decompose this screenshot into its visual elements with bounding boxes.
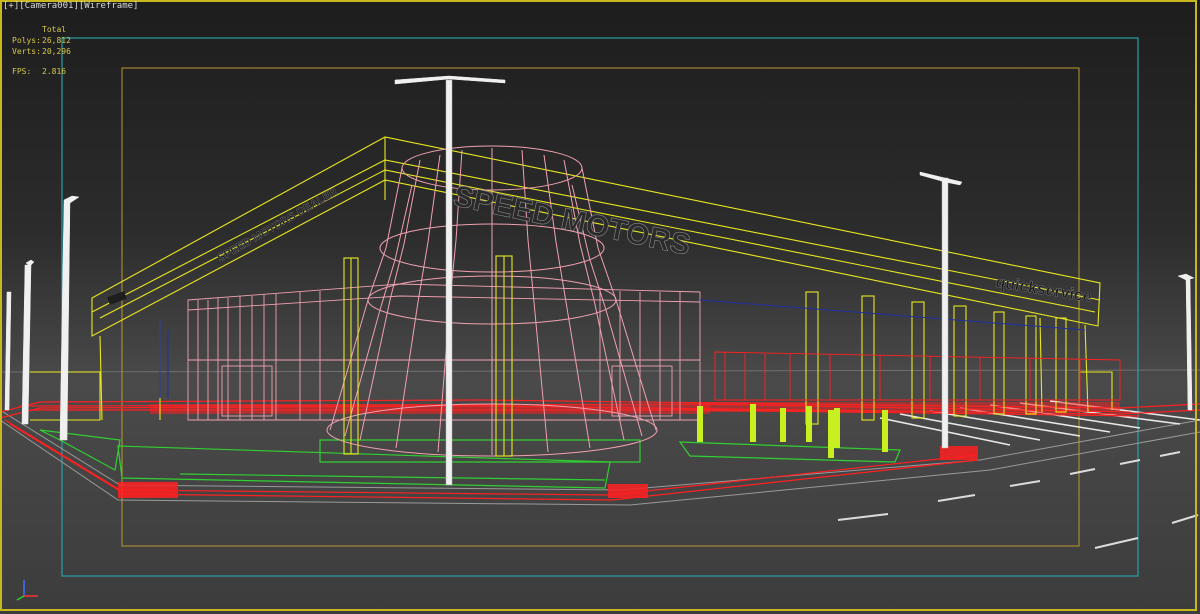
main-sign: SPEED MOTORS — [450, 179, 694, 262]
stats-polys-label: Polys: — [12, 36, 41, 45]
safe-frame-inner — [121, 67, 1080, 547]
pillars-wire — [343, 255, 1067, 457]
left-sign: SPEED MOTORS DEALER — [215, 186, 340, 265]
small-sign — [107, 291, 127, 305]
axis-gizmo-icon — [16, 580, 38, 601]
road-markings — [837, 451, 1199, 549]
curb-block — [608, 484, 648, 498]
curb-strip — [700, 402, 1120, 412]
main-sign-text: SPEED MOTORS — [451, 180, 694, 262]
stats-polys-row: Polys: 26,812 — [12, 35, 71, 46]
stats-verts-label: Verts: — [12, 47, 41, 56]
stats-polys-value: 26,812 — [42, 36, 71, 45]
wireframe-scene[interactable]: SPEED MOTORS SPEED MOTORS DEALER quickse… — [0, 0, 1200, 614]
stats-fps-label: FPS: — [12, 67, 32, 76]
parked-cars-wire — [714, 351, 1121, 401]
planter-wire — [39, 429, 901, 489]
stats-verts-row: Verts: 20,296 — [12, 46, 71, 57]
stats-fps-row: FPS: 2.816 — [12, 66, 71, 77]
viewport-statistics: Total Polys: 26,812 Verts: 20,296 FPS: 2… — [12, 24, 71, 77]
stats-total-label: Total — [42, 25, 67, 34]
stats-fps-value: 2.816 — [42, 67, 67, 76]
left-sign-text: SPEED MOTORS DEALER — [216, 186, 340, 265]
stats-verts-value: 20,296 — [42, 47, 71, 56]
curb-block — [118, 482, 178, 498]
viewport-label-menu[interactable]: [+][Camera001][Wireframe] — [3, 1, 138, 11]
